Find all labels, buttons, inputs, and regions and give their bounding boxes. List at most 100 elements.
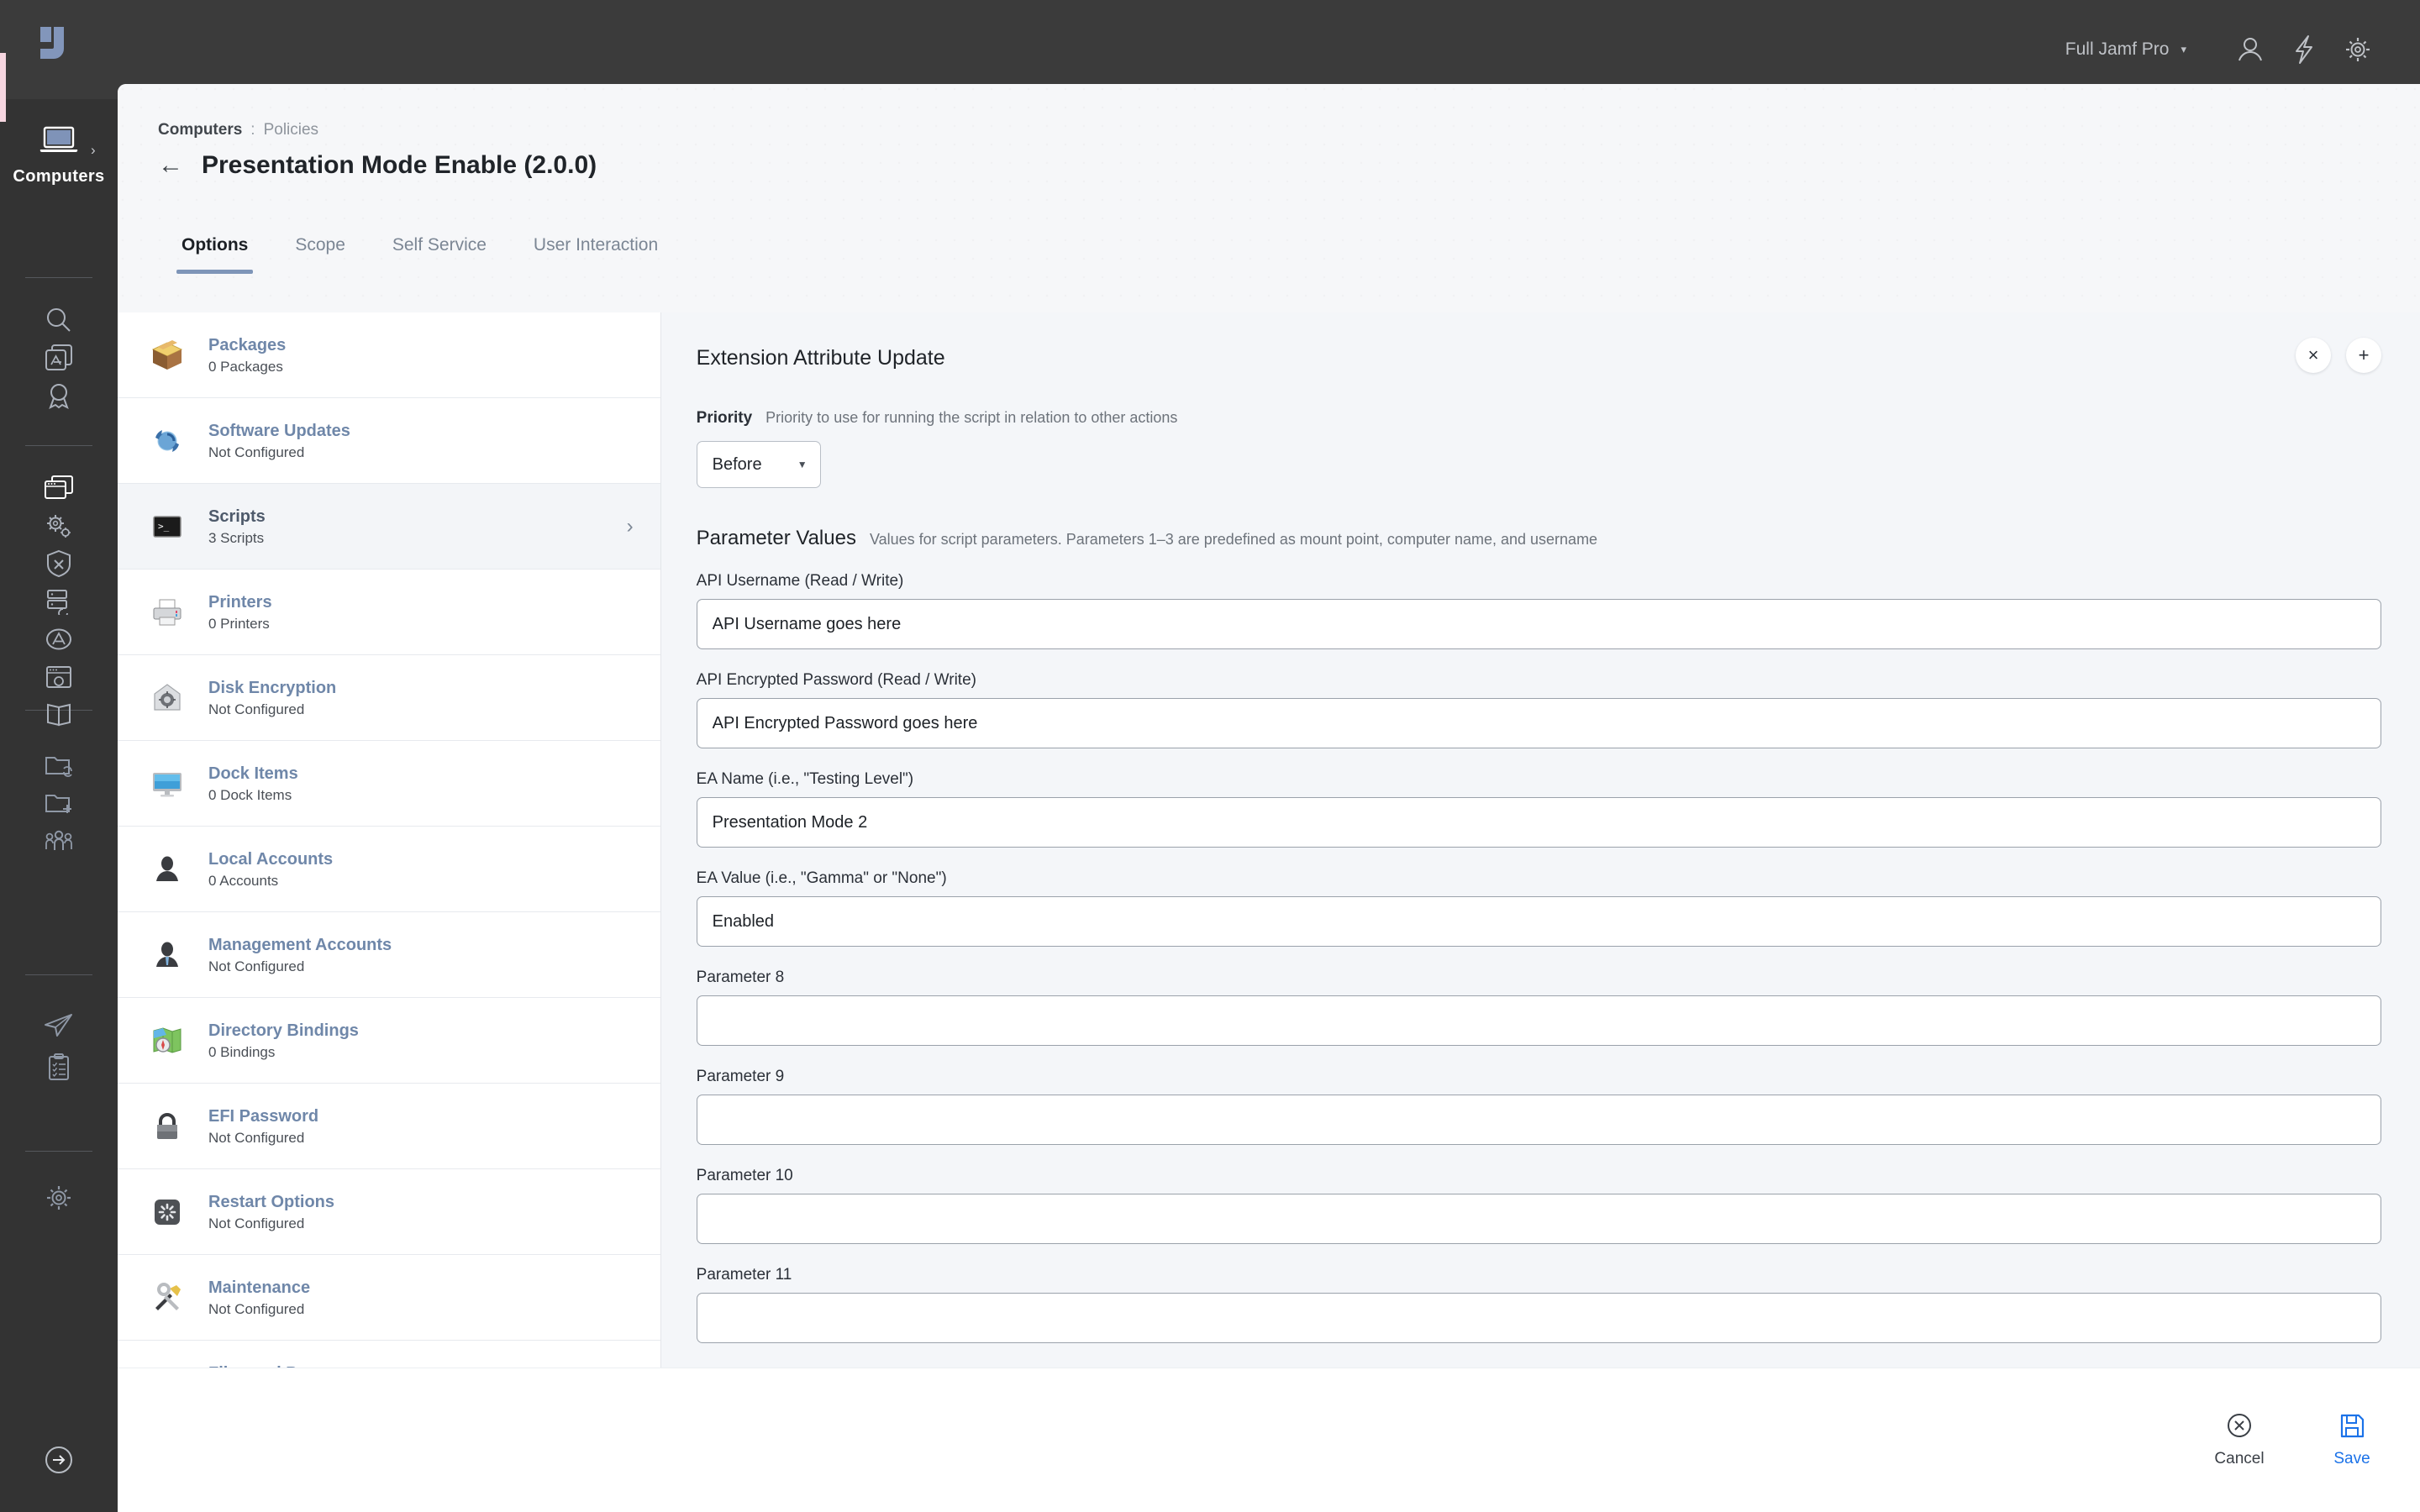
- list-item[interactable]: Software Updates Not Configured: [118, 398, 660, 484]
- remove-script-button[interactable]: ×: [2296, 338, 2331, 373]
- list-item-subtitle: 0 Bindings: [208, 1043, 276, 1060]
- breadcrumb-root[interactable]: Computers: [158, 121, 242, 139]
- list-item-subtitle: Not Configured: [208, 958, 305, 974]
- form-panel-actions: × +: [2296, 338, 2381, 373]
- list-item[interactable]: Printers 0 Printers: [118, 570, 660, 655]
- field-parameter-10: Parameter 10: [696, 1167, 2381, 1244]
- padlock-icon: [146, 1105, 188, 1147]
- breadcrumb-current[interactable]: Policies: [264, 121, 318, 139]
- list-item-title: Directory Bindings: [208, 1021, 359, 1040]
- list-item-subtitle: 0 Packages: [208, 358, 283, 375]
- field-label: Parameter 8: [696, 969, 785, 986]
- parameter-10-input[interactable]: [696, 1194, 2381, 1244]
- paper-plane-icon[interactable]: [0, 1004, 118, 1047]
- hammer-wrench-icon: [146, 1277, 188, 1319]
- breadcrumb: Computers : Policies: [158, 121, 2420, 139]
- top-bar-right-group: Full Jamf Pro ▾: [2065, 23, 2420, 76]
- parameter-11-input[interactable]: [696, 1293, 2381, 1343]
- priority-select[interactable]: Before ▼: [696, 441, 821, 488]
- ea-value-input[interactable]: [696, 896, 2381, 947]
- list-item[interactable]: Dock Items 0 Dock Items: [118, 741, 660, 827]
- list-item[interactable]: EFI Password Not Configured: [118, 1084, 660, 1169]
- book-open-icon[interactable]: [0, 693, 118, 737]
- field-label: Parameter 10: [696, 1167, 793, 1184]
- laptop-icon: [39, 126, 78, 159]
- context-switcher[interactable]: Full Jamf Pro ▾: [2065, 39, 2186, 60]
- list-item-text: Packages 0 Packages: [208, 335, 634, 375]
- tab-options[interactable]: Options: [158, 235, 271, 274]
- list-item-title: EFI Password: [208, 1106, 319, 1126]
- content-split: Packages 0 Packages Software Updates Not…: [118, 312, 2420, 1512]
- parameter-values-label: Parameter Values: [696, 527, 856, 549]
- tab-scope[interactable]: Scope: [271, 235, 369, 274]
- list-item[interactable]: Directory Bindings 0 Bindings: [118, 998, 660, 1084]
- list-item-text: Local Accounts 0 Accounts: [208, 849, 634, 890]
- expand-rail-button[interactable]: [0, 1436, 118, 1487]
- user-icon[interactable]: [2223, 23, 2277, 76]
- plus-icon: +: [2358, 344, 2370, 365]
- list-item-text: Dock Items 0 Dock Items: [208, 764, 634, 804]
- field-label: EA Name (i.e., "Testing Level"): [696, 770, 914, 788]
- form-panel-title: Extension Attribute Update: [696, 346, 945, 370]
- ea-name-input[interactable]: [696, 797, 2381, 848]
- list-item-text: Restart Options Not Configured: [208, 1192, 634, 1232]
- priority-label-row: Priority Priority to use for running the…: [697, 409, 2381, 428]
- tab-user-interaction[interactable]: User Interaction: [510, 235, 681, 274]
- list-item-subtitle: Not Configured: [208, 1215, 305, 1231]
- payload-form-panel: Extension Attribute Update × + Priority …: [660, 312, 2420, 1512]
- breadcrumb-separator: :: [250, 121, 255, 139]
- back-arrow-icon[interactable]: ←: [158, 153, 183, 178]
- terminal-icon: >_: [146, 506, 188, 548]
- page-header: Computers : Policies ← Presentation Mode…: [118, 84, 2420, 235]
- restart-spinner-icon: [146, 1191, 188, 1233]
- cancel-button[interactable]: Cancel: [2210, 1412, 2269, 1468]
- clipboard-check-icon[interactable]: [0, 1046, 118, 1089]
- cancel-circle-icon: [2226, 1412, 2253, 1443]
- list-item-title: Software Updates: [208, 421, 350, 440]
- left-nav-rail: Computers ›: [0, 0, 118, 1512]
- gear-icon[interactable]: [2331, 23, 2385, 76]
- settings-gear-icon[interactable]: [0, 1176, 118, 1220]
- add-script-button[interactable]: +: [2346, 338, 2381, 373]
- sidebar-item-computers[interactable]: Computers ›: [0, 119, 118, 212]
- list-item[interactable]: Maintenance Not Configured: [118, 1255, 660, 1341]
- jamf-logo[interactable]: [35, 24, 72, 66]
- app-root: Computers › Full Jamf Pro ▾ Computers: …: [0, 0, 2420, 1512]
- chevron-right-icon[interactable]: ›: [91, 143, 96, 157]
- parameter-9-input[interactable]: [696, 1095, 2381, 1145]
- save-button[interactable]: Save: [2323, 1412, 2381, 1468]
- list-item-text: Management Accounts Not Configured: [208, 935, 634, 975]
- payload-option-list: Packages 0 Packages Software Updates Not…: [118, 312, 661, 1512]
- bolt-icon[interactable]: [2277, 23, 2331, 76]
- field-parameter-11: Parameter 11: [696, 1266, 2381, 1343]
- field-parameter-8: Parameter 8: [696, 969, 2381, 1046]
- save-button-label: Save: [2333, 1450, 2370, 1467]
- list-item[interactable]: Restart Options Not Configured: [118, 1169, 660, 1255]
- group-users-icon[interactable]: [0, 819, 118, 863]
- list-item-title: Scripts: [208, 507, 266, 526]
- rail-divider-5: [25, 1151, 92, 1152]
- tab-self-service[interactable]: Self Service: [369, 235, 510, 274]
- list-item-text: Disk Encryption Not Configured: [208, 678, 634, 718]
- list-item-scripts[interactable]: >_ Scripts 3 Scripts ›: [118, 484, 660, 570]
- list-item-title: Printers: [208, 592, 272, 612]
- map-compass-icon: [146, 1020, 188, 1062]
- list-item-subtitle: Not Configured: [208, 444, 305, 460]
- field-label: Parameter 9: [696, 1068, 785, 1085]
- chevron-right-icon[interactable]: ›: [613, 515, 634, 538]
- api-encrypted-password-input[interactable]: [696, 698, 2381, 748]
- list-item[interactable]: Management Accounts Not Configured: [118, 912, 660, 998]
- list-item[interactable]: Local Accounts 0 Accounts: [118, 827, 660, 912]
- active-section-accent-stripe: [0, 53, 6, 122]
- vault-house-icon: [146, 677, 188, 719]
- list-item-subtitle: Not Configured: [208, 1300, 305, 1317]
- parameter-8-input[interactable]: [696, 995, 2381, 1046]
- award-ribbon-icon[interactable]: [0, 374, 118, 417]
- api-username-input[interactable]: [696, 599, 2381, 649]
- list-item[interactable]: Packages 0 Packages: [118, 312, 660, 398]
- priority-help-text: Priority to use for running the script i…: [765, 409, 1178, 426]
- person-icon: [146, 848, 188, 890]
- list-item-subtitle: 3 Scripts: [208, 529, 265, 546]
- list-item[interactable]: Disk Encryption Not Configured: [118, 655, 660, 741]
- form-footer: Cancel Save: [118, 1368, 2420, 1512]
